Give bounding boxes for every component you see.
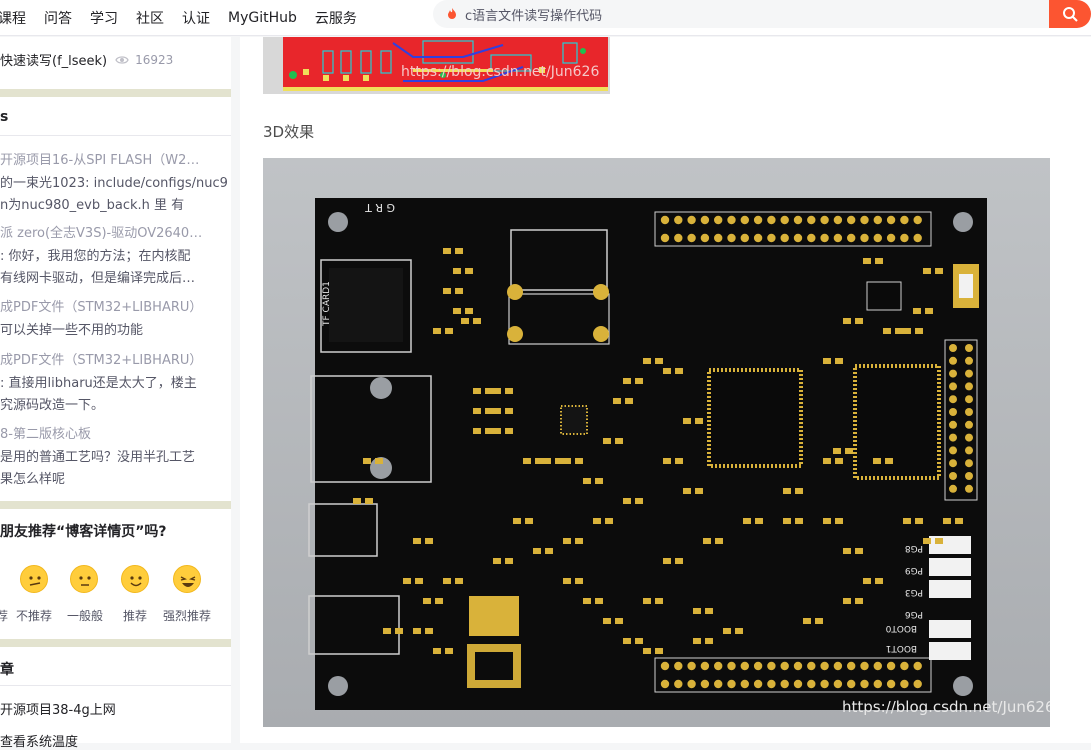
rating-label-not-recommend[interactable]: 不推荐 xyxy=(16,607,52,624)
nav-learn[interactable]: 学习 xyxy=(90,8,118,28)
recent-comments-panel: s 开源项目16-从SPI FLASH（W2… 的一束光1023: includ… xyxy=(0,97,231,501)
comment-text: n为nuc980_evb_back.h 里 有 xyxy=(0,198,185,213)
sidebar: 快速读写(f_lseek) 16923 s 开源项目16-从SPI FLASH（… xyxy=(0,37,240,750)
search-input[interactable] xyxy=(465,6,1025,22)
comment-text: : 你好，我用您的方法；在内核配 xyxy=(0,249,191,264)
emoji-not-recommend-icon[interactable] xyxy=(20,565,48,593)
comment-text: 的一束光1023: include/configs/nuc9 xyxy=(0,176,228,191)
pin-label: PG3 xyxy=(905,587,923,597)
search-icon xyxy=(1063,7,1078,22)
rating-label-average[interactable]: 一般般 xyxy=(67,607,103,624)
nav-mygithub[interactable]: MyGitHub xyxy=(228,10,297,26)
comment-text: 究源码改造一下。 xyxy=(0,398,105,413)
sidebar-gutter xyxy=(231,37,240,743)
top-navbar: 课程 问答 学习 社区 认证 MyGitHub 云服务 xyxy=(0,0,1091,36)
rating-label[interactable]: 荐 xyxy=(0,607,8,624)
comment-text: 有线网卡驱动，但是编译完成后… xyxy=(0,271,196,286)
pin-label: PG9 xyxy=(905,565,923,575)
section-label: 3D效果 xyxy=(263,123,315,141)
rating-label-recommend[interactable]: 推荐 xyxy=(123,607,147,624)
nav-certification[interactable]: 认证 xyxy=(182,8,210,28)
comment-article-title[interactable]: 开源项目16-从SPI FLASH（W2… xyxy=(0,149,231,168)
comment-article-title[interactable]: 派 zero(全志V3S)-驱动OV2640… xyxy=(0,222,231,241)
comment-text: 果怎么样呢 xyxy=(0,472,66,487)
comment-article-title[interactable]: 8-第二版核心板 xyxy=(0,423,231,442)
header-label: G R T xyxy=(365,201,395,214)
latest-articles-panel: 章 开源项目38-4g上网 查看系统温度 xyxy=(0,647,231,750)
hot-article-title: 快速读写(f_lseek) xyxy=(0,54,108,69)
tf-card-label: TF CARD1 xyxy=(322,281,332,327)
panel-title: s xyxy=(0,109,9,125)
pcb-3d-image: G R T TF CARD1 PG8 PG9 PG3 PG6 BOOT0 BOO… xyxy=(263,158,1050,727)
main-nav: 课程 问答 学习 社区 认证 MyGitHub 云服务 xyxy=(0,0,375,36)
hot-article-panel: 快速读写(f_lseek) 16923 xyxy=(0,37,231,89)
comment-article-title[interactable]: 成PDF文件（STM32+LIBHARU） xyxy=(0,296,231,315)
latest-article-link[interactable]: 开源项目38-4g上网 xyxy=(0,699,231,718)
rating-label-strongly-recommend[interactable]: 强烈推荐 xyxy=(163,607,211,624)
emoji-average-icon[interactable] xyxy=(70,565,98,593)
nav-cloud-service[interactable]: 云服务 xyxy=(315,8,357,28)
search-box xyxy=(433,0,1051,28)
pcb-3d-render: G R T TF CARD1 PG8 PG9 PG3 PG6 BOOT0 BOO… xyxy=(308,198,987,710)
nav-qa[interactable]: 问答 xyxy=(44,8,72,28)
view-count: 16923 xyxy=(135,52,174,67)
watermark: https://blog.csdn.net/Jun626 xyxy=(842,698,1050,716)
boot-label: BOOT0 xyxy=(885,623,917,633)
comment-text: : 直接用libharu还是太大了，楼主 xyxy=(0,376,197,391)
emoji-strongly-recommend-icon[interactable] xyxy=(173,565,201,593)
watermark: https://blog.csdn.net/Jun626 xyxy=(401,64,600,80)
panel-title: 章 xyxy=(0,662,14,678)
pin-label: PG8 xyxy=(905,543,923,553)
comment-text: 可以关掉一些不用的功能 xyxy=(0,323,144,338)
latest-article-link[interactable]: 查看系统温度 xyxy=(0,731,231,750)
eye-icon xyxy=(115,55,129,64)
nav-courses[interactable]: 课程 xyxy=(0,8,26,28)
rating-options xyxy=(0,565,231,595)
search-button[interactable] xyxy=(1049,0,1091,28)
article-content: https://blog.csdn.net/Jun626 3D效果 G R T … xyxy=(240,37,1091,743)
flame-icon xyxy=(448,8,456,19)
pin-label: PG6 xyxy=(905,609,923,619)
emoji-recommend-icon[interactable] xyxy=(121,565,149,593)
boot-label: BOOT1 xyxy=(886,643,917,653)
comment-article-title[interactable]: 成PDF文件（STM32+LIBHARU） xyxy=(0,349,231,368)
hot-article-item[interactable]: 快速读写(f_lseek) 16923 xyxy=(0,50,174,70)
comment-text: 是用的普通工艺吗？没用半孔工艺 xyxy=(0,450,196,465)
recommend-question: 朋友推荐“博客详情页”吗? xyxy=(0,524,167,540)
divider xyxy=(0,685,231,686)
nav-community[interactable]: 社区 xyxy=(136,8,164,28)
pcb-layout-image: https://blog.csdn.net/Jun626 xyxy=(263,37,610,94)
divider xyxy=(0,135,231,136)
recommend-panel: 朋友推荐“博客详情页”吗? 荐 不推荐 一般般 推荐 强烈推荐 xyxy=(0,509,231,639)
